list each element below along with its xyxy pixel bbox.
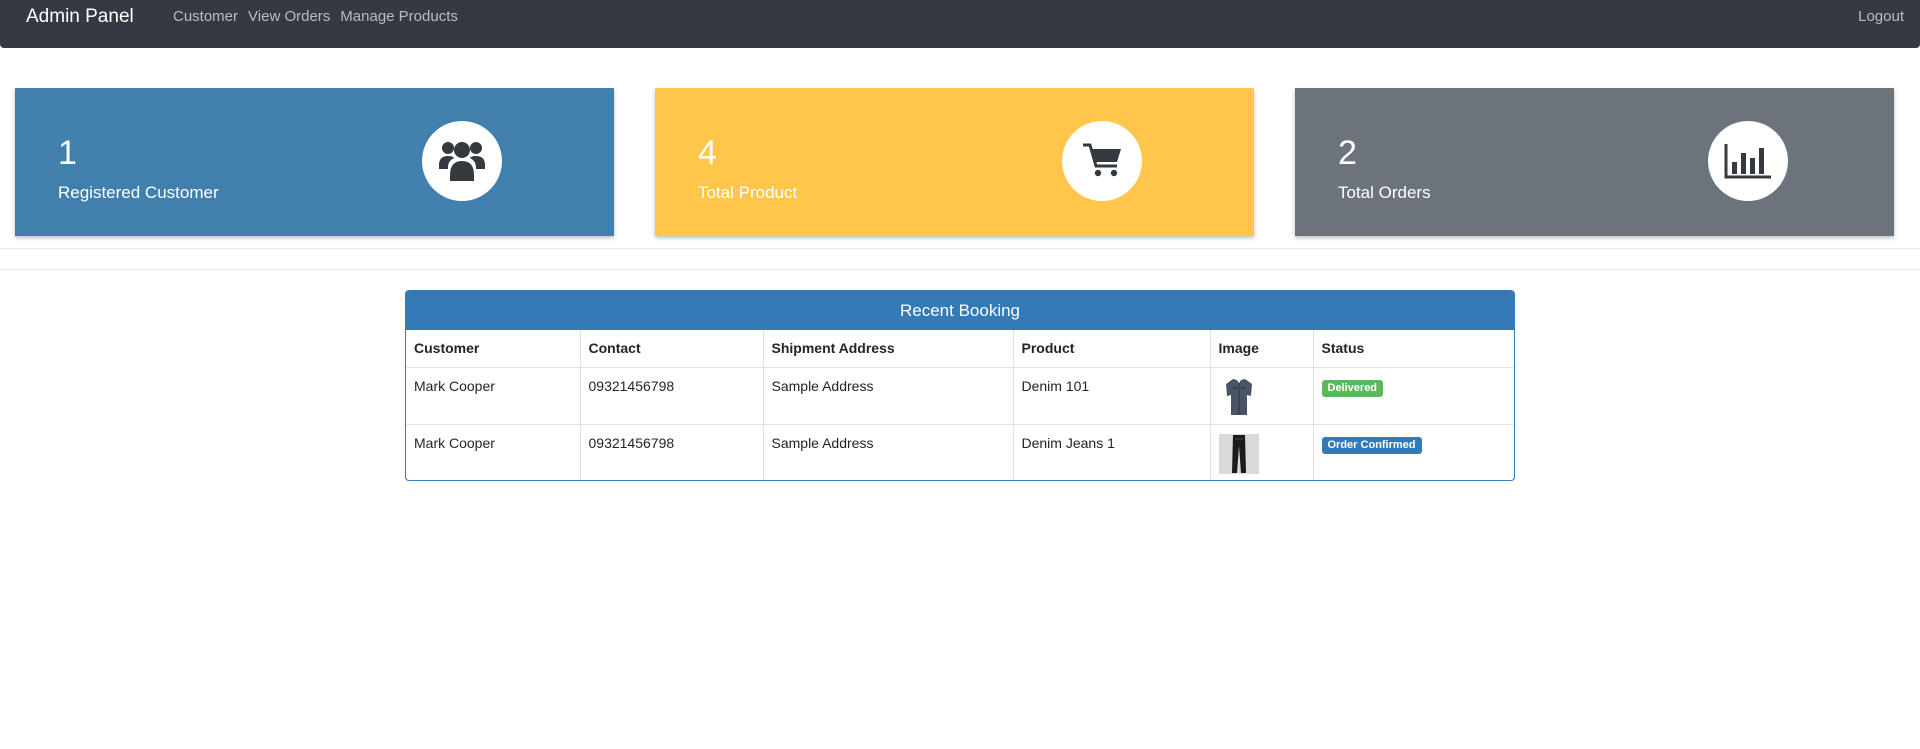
logout-link[interactable]: Logout: [1858, 8, 1904, 26]
card-value: 4: [698, 134, 717, 172]
total-orders-card: 2 Total Orders: [1295, 88, 1894, 236]
divider: [0, 269, 1920, 270]
cell-contact: 09321456798: [580, 424, 764, 480]
cell-product: Denim Jeans 1: [1013, 424, 1211, 480]
nav-link-manage-products[interactable]: Manage Products: [340, 8, 458, 26]
column-header-address: Shipment Address: [763, 330, 1014, 368]
cell-product: Denim 101: [1013, 367, 1211, 425]
jeans-image: [1218, 433, 1259, 474]
column-header-image: Image: [1210, 330, 1314, 368]
column-header-customer: Customer: [406, 330, 581, 368]
total-product-card: 4 Total Product: [655, 88, 1254, 236]
cell-status: Order Confirmed: [1313, 424, 1514, 480]
cell-contact: 09321456798: [580, 367, 764, 425]
panel-title: Recent Booking: [406, 291, 1514, 330]
column-header-status: Status: [1313, 330, 1514, 368]
card-label: Total Product: [698, 183, 798, 202]
brand-link[interactable]: Admin Panel: [26, 6, 134, 28]
booking-table: Customer Contact Shipment Address Produc…: [406, 330, 1514, 480]
cell-customer: Mark Cooper: [406, 424, 581, 480]
table-header-row: Customer Contact Shipment Address Produc…: [406, 330, 1514, 368]
status-badge: Order Confirmed: [1321, 436, 1422, 454]
status-badge: Delivered: [1321, 379, 1384, 397]
shirt-image: [1218, 376, 1259, 417]
card-value: 1: [58, 134, 77, 172]
cell-status: Delivered: [1313, 367, 1514, 425]
cell-image: [1210, 424, 1314, 480]
users-icon: [422, 121, 502, 201]
card-label: Total Orders: [1338, 183, 1431, 202]
table-row: Mark Cooper 09321456798 Sample Address D…: [406, 424, 1514, 480]
nav-links: Customer View Orders Manage Products: [173, 8, 458, 26]
bar-chart-icon: [1708, 121, 1788, 201]
cell-image: [1210, 367, 1314, 425]
cell-address: Sample Address: [763, 424, 1014, 480]
nav-link-view-orders[interactable]: View Orders: [248, 8, 330, 26]
divider: [0, 248, 1920, 249]
cell-customer: Mark Cooper: [406, 367, 581, 425]
registered-customer-card: 1 Registered Customer: [15, 88, 614, 236]
cell-address: Sample Address: [763, 367, 1014, 425]
column-header-product: Product: [1013, 330, 1211, 368]
nav-link-customer[interactable]: Customer: [173, 8, 238, 26]
recent-booking-panel: Recent Booking Customer Contact Shipment…: [405, 290, 1515, 481]
top-navbar: Admin Panel Customer View Orders Manage …: [0, 0, 1920, 48]
card-value: 2: [1338, 134, 1357, 172]
cart-icon: [1062, 121, 1142, 201]
column-header-contact: Contact: [580, 330, 764, 368]
table-row: Mark Cooper 09321456798 Sample Address D…: [406, 367, 1514, 425]
card-label: Registered Customer: [58, 183, 219, 202]
